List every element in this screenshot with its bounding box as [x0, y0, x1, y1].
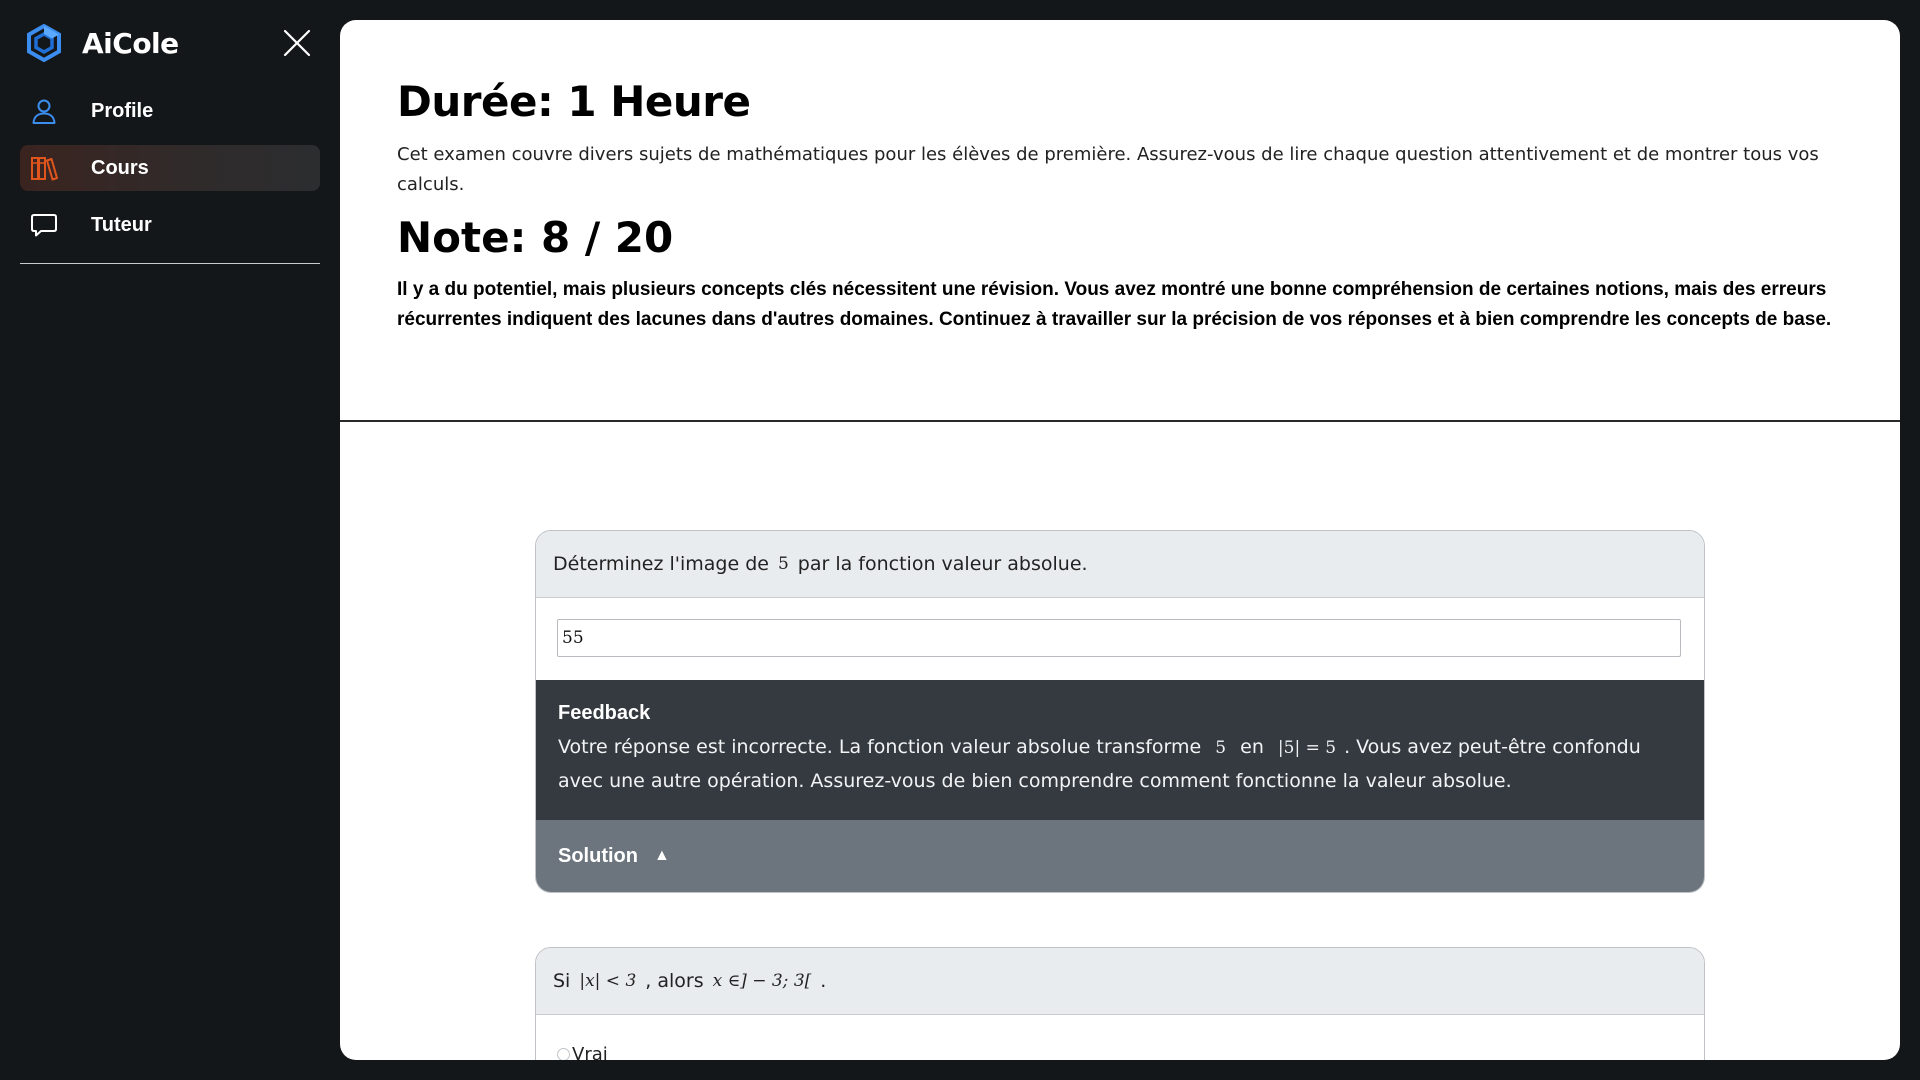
sidebar-item-label: Profile [91, 99, 154, 122]
answer-input[interactable] [557, 619, 1681, 657]
exam-description: Cet examen couvre divers sujets de mathé… [397, 144, 1819, 195]
feedback-text-part: en [1240, 736, 1264, 758]
sidebar-item-cours[interactable]: Cours [20, 145, 320, 191]
feedback-panel: Feedback Votre réponse est incorrecte. L… [536, 680, 1704, 820]
question-prompt: Déterminez l'image de 5 par la fonction … [536, 531, 1704, 598]
prompt-math: |x| < 3 [579, 971, 637, 991]
solution-toggle-button[interactable]: Solution ▲ [536, 820, 1704, 892]
chat-icon [29, 210, 59, 240]
sidebar-nav: Profile Cours Tuteur [20, 88, 320, 259]
sidebar-item-label: Cours [91, 156, 149, 179]
books-icon [29, 153, 59, 183]
prompt-text: . [820, 970, 827, 992]
feedback-title: Feedback [558, 702, 651, 724]
feedback-text-part: Votre réponse est incorrecte. La fonctio… [558, 736, 1202, 758]
exam-score-title: Note: 8 / 20 [397, 213, 674, 262]
triangle-up-icon: ▲ [653, 847, 670, 864]
prompt-text: Déterminez l'image de [553, 553, 769, 575]
main-panel: Durée: 1 Heure Cet examen couvre divers … [340, 20, 1900, 1060]
exam-comment: Il y a du potentiel, mais plusieurs conc… [397, 279, 1832, 330]
prompt-math: 5 [777, 554, 789, 574]
option-vrai[interactable]: Vrai [536, 1015, 1704, 1060]
prompt-text: , alors [645, 970, 704, 992]
logo-icon [27, 24, 61, 62]
feedback-math: |5| = 5 [1277, 738, 1337, 758]
close-sidebar-button[interactable] [281, 27, 313, 59]
prompt-math: x ∈] − 3; 3[ [712, 971, 812, 991]
brand[interactable]: AiCole [26, 22, 179, 64]
sidebar-item-label: Tuteur [91, 213, 152, 236]
brand-name: AiCole [82, 26, 179, 60]
answer-area [536, 598, 1704, 680]
sidebar-item-profile[interactable]: Profile [20, 88, 320, 134]
sidebar-item-tuteur[interactable]: Tuteur [20, 202, 320, 248]
sidebar-divider [20, 263, 320, 264]
feedback-math: 5 [1215, 738, 1227, 758]
radio-button[interactable] [557, 1047, 570, 1060]
section-divider [340, 420, 1900, 422]
feedback-text: Votre réponse est incorrecte. La fonctio… [558, 731, 1682, 798]
question-card: Si |x| < 3 , alors x ∈] − 3; 3[ . Vrai [535, 947, 1705, 1060]
solution-label: Solution [558, 844, 638, 867]
user-icon [29, 96, 59, 126]
close-icon [283, 29, 311, 57]
question-card: Déterminez l'image de 5 par la fonction … [535, 530, 1705, 893]
question-prompt: Si |x| < 3 , alors x ∈] − 3; 3[ . [536, 948, 1704, 1015]
exam-duration-title: Durée: 1 Heure [397, 77, 751, 126]
sidebar: AiCole Profile Cours Tuteur [0, 0, 340, 1080]
prompt-text: par la fonction valeur absolue. [797, 553, 1088, 575]
prompt-text: Si [553, 970, 571, 992]
option-label: Vrai [572, 1043, 608, 1061]
